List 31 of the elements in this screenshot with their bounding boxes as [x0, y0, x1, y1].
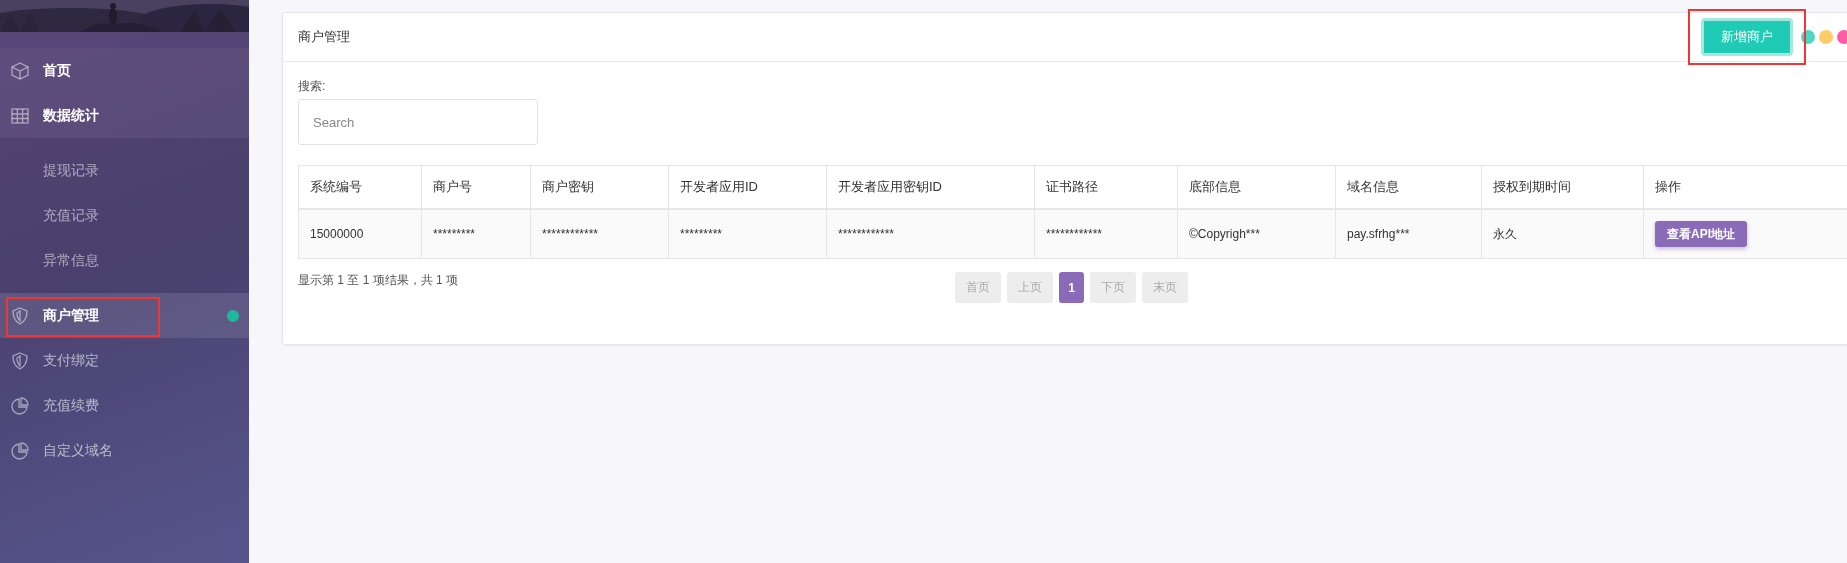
- sidebar-item[interactable]: 数据统计: [0, 93, 249, 138]
- table-cell: 15000000: [298, 209, 422, 259]
- table-cell: ************: [826, 209, 1035, 259]
- search-field[interactable]: Search: [298, 99, 538, 145]
- sidebar-subitem[interactable]: 提现记录: [0, 148, 249, 193]
- sidebar-item[interactable]: 支付绑定: [0, 338, 249, 383]
- table-cell: pay.sfrhg***: [1335, 209, 1482, 259]
- search-label: 搜索:: [298, 78, 327, 95]
- view-api-button[interactable]: 查看API地址: [1655, 221, 1747, 247]
- table-cell: *********: [668, 209, 827, 259]
- table-cell: 永久: [1481, 209, 1644, 259]
- active-dot: [227, 310, 239, 322]
- sidebar-item[interactable]: 商户管理: [0, 293, 249, 338]
- table-cell: ************: [530, 209, 669, 259]
- table-cell: ************: [1034, 209, 1178, 259]
- pie-chart-icon: [10, 395, 30, 416]
- result-summary: 显示第 1 至 1 项结果，共 1 项: [298, 272, 460, 289]
- shield-icon: [10, 305, 30, 326]
- pie-chart-icon: [10, 440, 30, 461]
- sidebar-item[interactable]: 充值续费: [0, 383, 249, 428]
- table-cell: ©Copyrigh***: [1177, 209, 1336, 259]
- sidebar-subitem[interactable]: 充值记录: [0, 193, 249, 238]
- sidebar-item[interactable]: 自定义域名: [0, 428, 249, 473]
- sidebar-item[interactable]: 首页: [0, 48, 249, 93]
- shield-icon: [10, 350, 30, 371]
- table-icon: [10, 105, 30, 126]
- page-button[interactable]: 1: [1059, 272, 1084, 303]
- table-cell: *********: [421, 209, 531, 259]
- sidebar-subitem[interactable]: 异常信息: [0, 238, 249, 283]
- cube-icon: [10, 60, 30, 81]
- panel-title: 商户管理: [298, 28, 351, 46]
